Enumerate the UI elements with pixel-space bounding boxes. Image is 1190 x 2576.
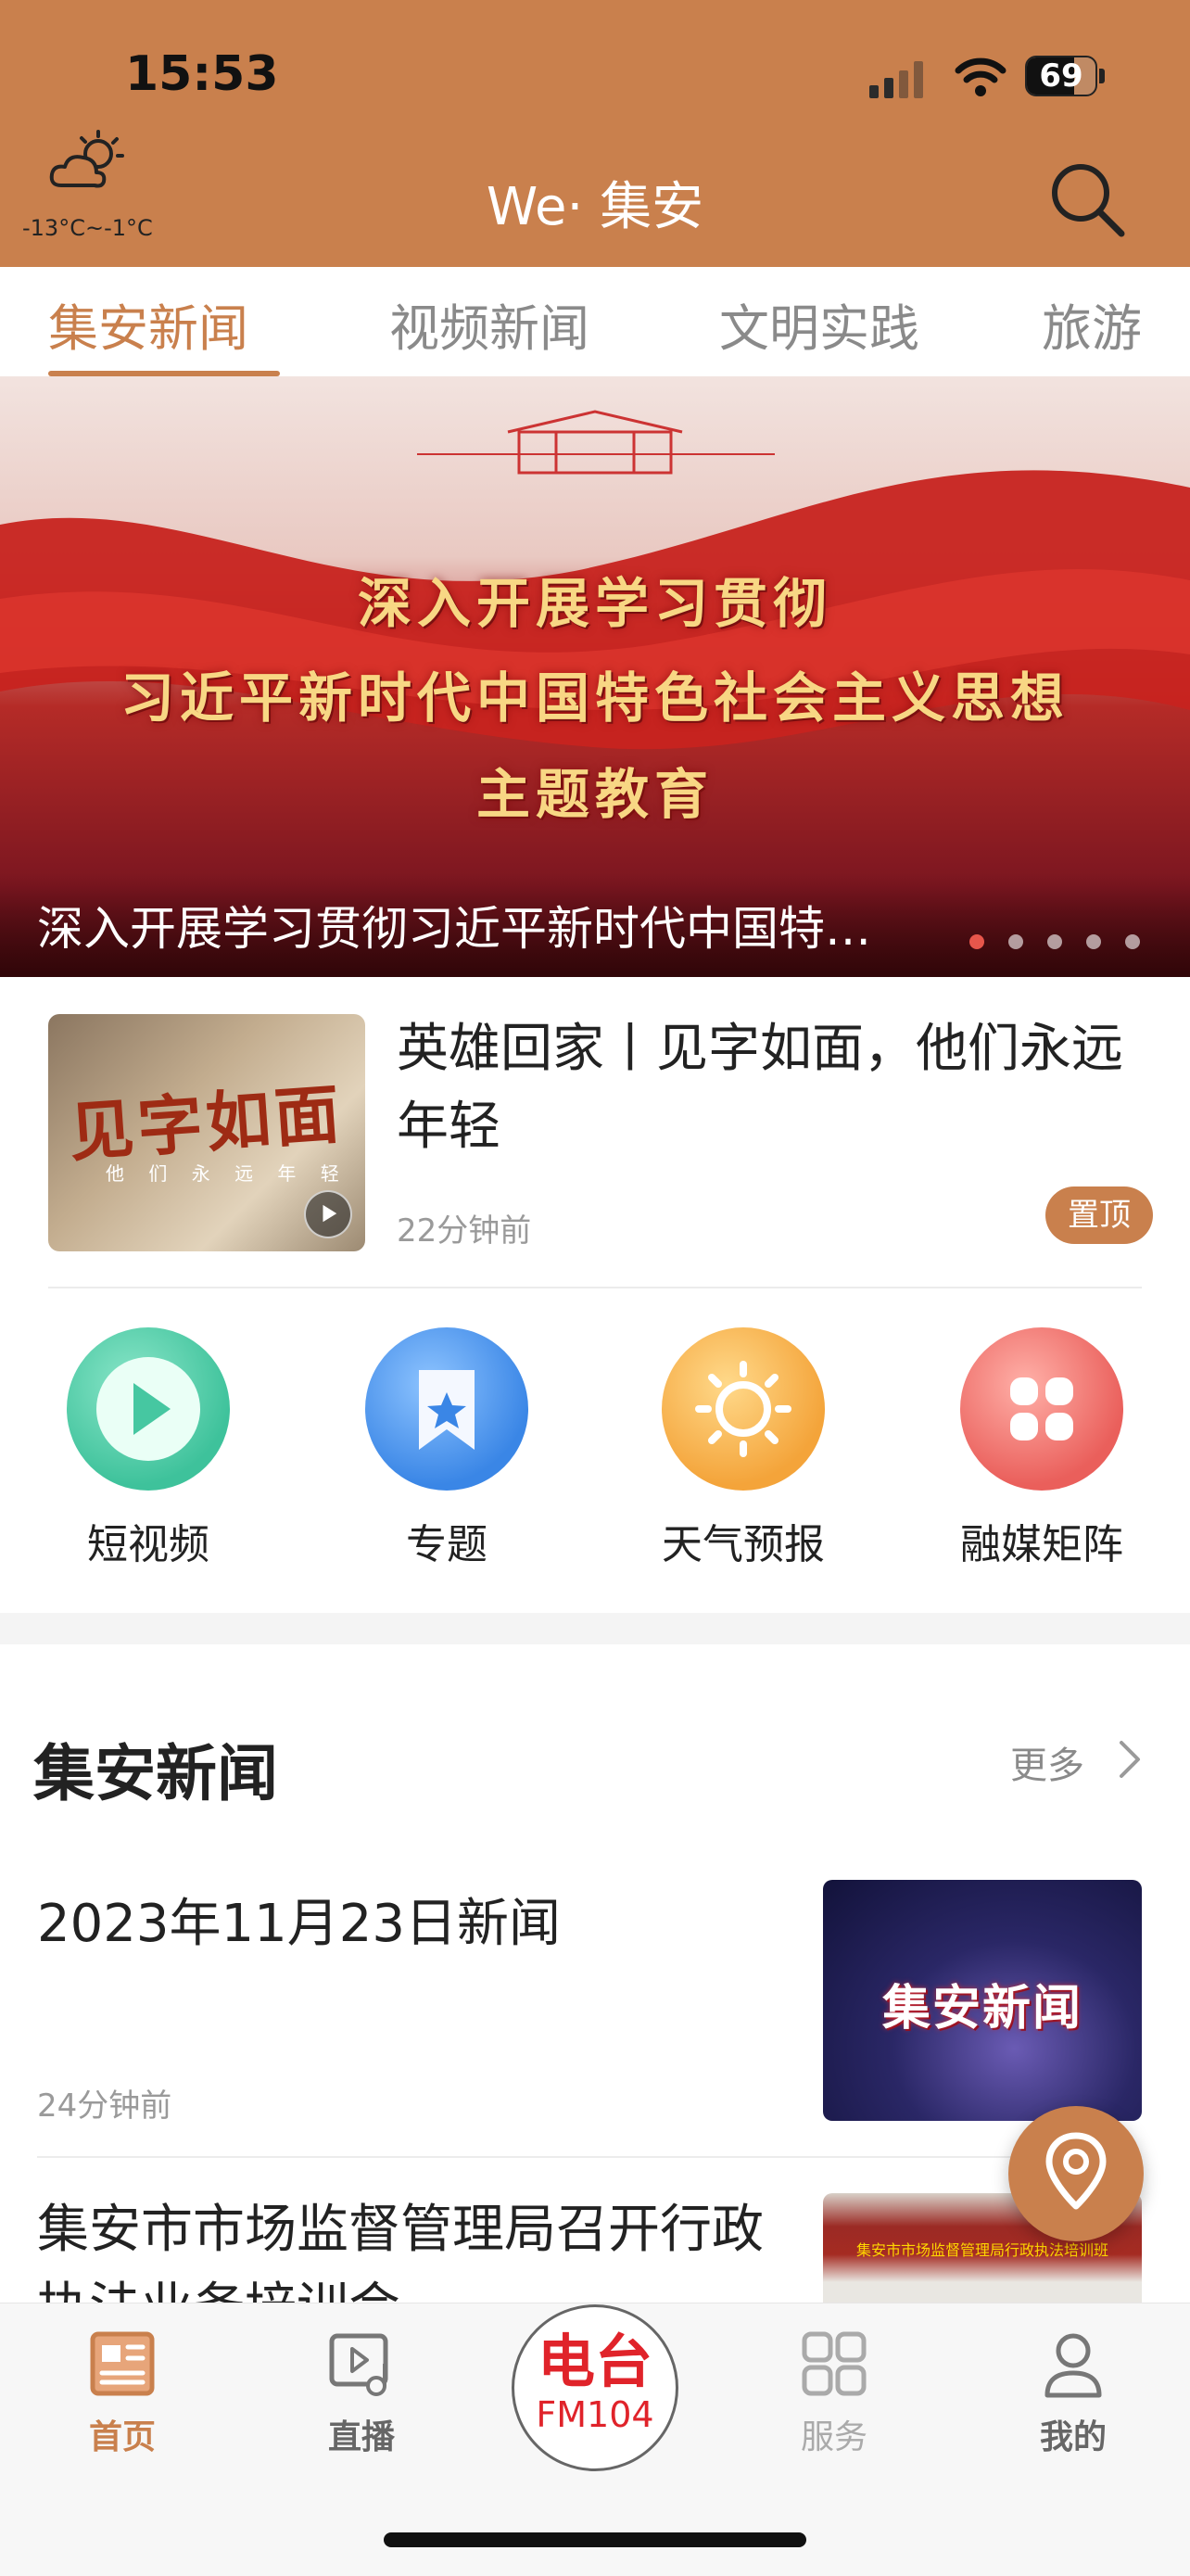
carousel-dots — [969, 934, 1140, 953]
category-tabs: 集安新闻 视频新闻 文明实践 旅游 — [0, 267, 1190, 376]
location-button[interactable] — [1008, 2106, 1144, 2241]
tab-civilization-practice[interactable]: 文明实践 — [719, 287, 919, 361]
section-separator — [0, 1613, 1190, 1644]
news-thumbnail[interactable]: 集安新闻 — [823, 1880, 1142, 2121]
banner-line-3: 主题教育 — [475, 763, 714, 826]
carousel-dot[interactable] — [1125, 934, 1140, 949]
banner-line-2: 习近平新时代中国特色社会主义思想 — [120, 666, 1070, 730]
carousel-dot[interactable] — [1047, 934, 1062, 949]
carousel-dot[interactable] — [969, 934, 984, 949]
bookmark-star-icon — [365, 1327, 528, 1491]
profile-icon — [1044, 2333, 1102, 2398]
tabbar-label: 直播 — [327, 2418, 395, 2456]
entry-short-video[interactable]: 短视频 — [46, 1327, 250, 1570]
banner-line-1: 深入开展学习贯彻 — [357, 572, 832, 635]
carousel-dot[interactable] — [1086, 934, 1101, 949]
news-title[interactable]: 2023年11月23日新闻 — [37, 1882, 561, 1957]
cellular-signal-icon — [869, 59, 929, 98]
more-link[interactable]: 更多 — [1010, 1735, 1084, 1789]
location-pin-icon — [1045, 2132, 1107, 2210]
status-time: 15:53 — [125, 46, 279, 102]
tabbar-services[interactable]: 服务 — [751, 2327, 918, 2458]
featured-thumb-text: 见字如面 — [66, 1074, 346, 1172]
radio-frequency: FM104 — [536, 2394, 654, 2435]
hero-banner[interactable]: 深入开展学习贯彻 习近平新时代中国特色社会主义思想 主题教育 深入开展学习贯彻习… — [0, 376, 1190, 977]
entry-media-matrix[interactable]: 融媒矩阵 — [940, 1327, 1144, 1570]
radio-fm104-button[interactable]: 电台 FM104 — [512, 2304, 678, 2471]
pinned-badge: 置顶 — [1045, 1186, 1153, 1244]
tabbar-live[interactable]: 直播 — [278, 2327, 445, 2458]
entry-label: 短视频 — [87, 1521, 209, 1568]
news-icon — [90, 2331, 155, 2396]
carousel-dot[interactable] — [1008, 934, 1023, 949]
chevron-right-icon[interactable] — [1116, 1739, 1144, 1780]
play-icon — [67, 1327, 230, 1491]
tab-tourism[interactable]: 旅游 — [1042, 287, 1142, 361]
entry-label: 天气预报 — [662, 1521, 825, 1568]
news-time: 24分钟前 — [37, 2087, 172, 2125]
entry-label: 专题 — [406, 1521, 487, 1568]
home-indicator — [384, 2532, 806, 2547]
section-title: 集安新闻 — [33, 1738, 278, 1809]
featured-time: 22分钟前 — [397, 1212, 532, 1250]
app-title: We· 集安 — [486, 177, 704, 237]
divider — [48, 1287, 1142, 1288]
search-icon[interactable] — [1047, 159, 1127, 239]
tabbar-home[interactable]: 首页 — [39, 2327, 206, 2458]
featured-thumbnail[interactable]: 见字如面 他 们 永 远 年 轻 — [48, 1014, 365, 1251]
banner-caption: 深入开展学习贯彻习近平新时代中国特… — [37, 902, 871, 956]
tabbar-label: 我的 — [1039, 2418, 1107, 2456]
tab-jian-news[interactable]: 集安新闻 — [48, 287, 248, 361]
featured-title[interactable]: 英雄回家丨见字如面，他们永远年轻 — [397, 1010, 1138, 1166]
entry-weather[interactable]: 天气预报 — [641, 1327, 845, 1570]
radio-title: 电台 — [537, 2328, 652, 2395]
play-icon — [304, 1190, 352, 1238]
news-thumb-text: 集安新闻 — [881, 1981, 1082, 2037]
tab-video-news[interactable]: 视频新闻 — [389, 287, 589, 361]
entry-label: 融媒矩阵 — [960, 1521, 1123, 1568]
tabbar-profile[interactable]: 我的 — [990, 2327, 1157, 2458]
featured-thumb-subtext: 他 们 永 远 年 轻 — [106, 1162, 348, 1185]
divider — [37, 2156, 1142, 2158]
battery-icon: 69 — [1025, 56, 1107, 98]
battery-level: 69 — [1039, 57, 1083, 95]
services-icon — [802, 2331, 867, 2396]
entry-topics[interactable]: 专题 — [345, 1327, 549, 1570]
sun-icon — [662, 1327, 825, 1491]
tabbar-label: 首页 — [88, 2418, 156, 2456]
live-icon — [329, 2333, 388, 2396]
wifi-icon — [955, 57, 1006, 96]
tabbar-label: 服务 — [800, 2418, 867, 2456]
grid-icon — [960, 1327, 1123, 1491]
